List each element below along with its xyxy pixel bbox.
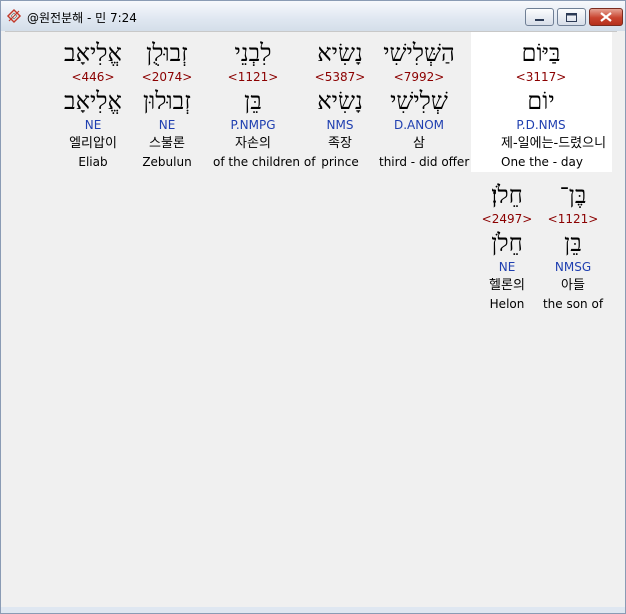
word-block[interactable]: לִבְנֵי <1121> בֵּן P.NMPG 자손의 of the ch… bbox=[213, 37, 316, 177]
maximize-button[interactable] bbox=[557, 8, 586, 26]
strong-number[interactable]: <2497> bbox=[467, 212, 547, 226]
korean-gloss: 엘리압이 bbox=[69, 136, 117, 151]
bottom-border bbox=[1, 607, 625, 613]
analysis-panel: בַּיּוֹם <3117> יוֹם P.D.NMS 제-일에는-드렸으니 … bbox=[5, 31, 617, 608]
hebrew-word: אֱלִיאָב bbox=[64, 39, 122, 67]
app-window: @원전분해 - 민 7:24 בַּיּוֹם <3117> יוֹם P.D.… bbox=[0, 0, 626, 614]
english-gloss: Helon bbox=[489, 297, 525, 311]
hebrew-word: זְבוּלֻן bbox=[146, 39, 188, 67]
morphology-code: P.NMPG bbox=[230, 118, 276, 132]
english-gloss: third - did offer bbox=[379, 155, 470, 169]
close-icon bbox=[600, 12, 612, 22]
korean-gloss: 자손의 bbox=[235, 136, 271, 151]
morphology-code: P.D.NMS bbox=[516, 118, 566, 132]
korean-gloss: 족장 bbox=[328, 136, 352, 151]
strong-number[interactable]: <7992> bbox=[379, 70, 459, 84]
maximize-icon bbox=[566, 13, 577, 22]
hebrew-lemma: בֵּן bbox=[244, 87, 262, 115]
hebrew-word: נָשִׂיא bbox=[317, 39, 363, 67]
strong-number[interactable]: <5387> bbox=[300, 70, 380, 84]
word-block[interactable]: אֱלִיאָב <446> אֱלִיאָב NE 엘리압이 Eliab bbox=[53, 37, 133, 177]
strong-number[interactable]: <2074> bbox=[127, 70, 207, 84]
morphology-code: D.ANOM bbox=[393, 118, 445, 132]
app-icon bbox=[6, 8, 22, 24]
korean-gloss: 삼 bbox=[413, 136, 425, 151]
hebrew-lemma: אֱלִיאָב bbox=[64, 87, 122, 115]
close-button[interactable] bbox=[589, 8, 623, 26]
window-title: @원전분해 - 민 7:24 bbox=[27, 11, 137, 25]
hebrew-word: בַּיּוֹם bbox=[521, 39, 561, 67]
title-bar[interactable]: @원전분해 - 민 7:24 bbox=[1, 1, 625, 31]
korean-gloss: 제-일에는-드렸으니 bbox=[501, 136, 607, 151]
morphology-code: NE bbox=[498, 260, 516, 274]
word-block[interactable]: בַּיּוֹם <3117> יוֹם P.D.NMS 제-일에는-드렸으니 … bbox=[501, 37, 607, 177]
word-block[interactable]: הַשְּׁלִישִׁי <7992> שְׁלִישִׁי D.ANOM 삼… bbox=[379, 37, 470, 177]
english-gloss: Zebulun bbox=[142, 155, 192, 169]
hebrew-word: לִבְנֵי bbox=[234, 39, 272, 67]
word-block[interactable]: חֵלֹן׃ <2497> חֵלֹן NE 헬론의 Helon bbox=[467, 179, 547, 319]
morphology-code: NE bbox=[84, 118, 102, 132]
hebrew-word: הַשְּׁלִישִׁי bbox=[383, 39, 455, 67]
korean-gloss: 헬론의 bbox=[489, 278, 525, 293]
strong-number[interactable]: <446> bbox=[53, 70, 133, 84]
word-block[interactable]: זְבוּלֻן <2074> זְבוּלוּן NE 스불론 Zebulun bbox=[127, 37, 207, 177]
hebrew-lemma: חֵלֹן bbox=[491, 229, 523, 257]
korean-gloss: 스불론 bbox=[149, 136, 185, 151]
hebrew-lemma: יוֹם bbox=[527, 87, 555, 115]
minimize-icon bbox=[535, 19, 544, 21]
hebrew-lemma: שְׁלִישִׁי bbox=[390, 87, 448, 115]
minimize-button[interactable] bbox=[525, 8, 554, 26]
strong-number[interactable]: <3117> bbox=[501, 70, 581, 84]
morphology-code: NE bbox=[158, 118, 176, 132]
strong-number[interactable]: <1121> bbox=[213, 70, 293, 84]
english-gloss: Eliab bbox=[78, 155, 108, 169]
hebrew-lemma: נָשִׂיא bbox=[317, 87, 363, 115]
hebrew-lemma: זְבוּלוּן bbox=[143, 87, 191, 115]
english-gloss: of the children of bbox=[213, 155, 316, 169]
english-gloss: One the - day bbox=[501, 155, 583, 169]
hebrew-word: חֵלֹן׃ bbox=[491, 181, 523, 209]
morphology-code: NMS bbox=[326, 118, 354, 132]
